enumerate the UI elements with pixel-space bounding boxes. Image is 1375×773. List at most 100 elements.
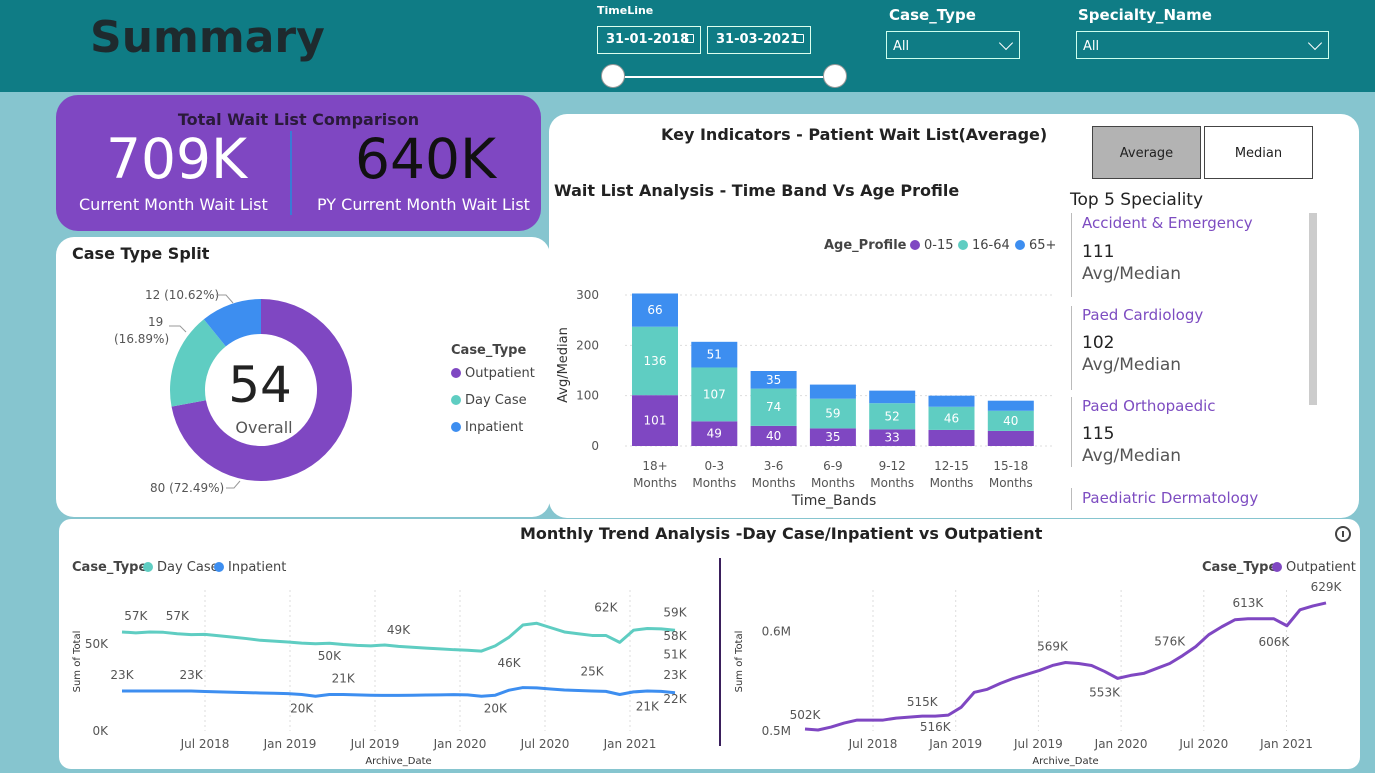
age-legend-title: Age_Profile (824, 238, 907, 253)
bar-ytick-label: 300 (576, 288, 599, 302)
slice-label-daycase-value: 19 (148, 315, 163, 329)
top5-item-value: 111 (1082, 242, 1115, 262)
line-ylabel: Sum of Total (734, 631, 745, 693)
bar-xtick-label: 6-9 (823, 459, 843, 473)
median-button[interactable]: Median (1204, 126, 1313, 179)
bar-xtick-label: Months (989, 476, 1033, 490)
end-date-input[interactable]: 31-03-2021 (707, 26, 811, 54)
py-wait-value: 640K (355, 127, 497, 191)
donut-center-value: 54 (228, 356, 292, 414)
wait-list-bar-chart: Avg/Median Time_Bands 0 100 200 300 101 136 66… (556, 288, 1054, 509)
line-xtick-label: Jul 2020 (1178, 737, 1228, 751)
info-icon[interactable] (1335, 526, 1351, 542)
spec-divider (1071, 213, 1072, 297)
bar-xtick-label: 3-6 (764, 459, 784, 473)
legend-label: 0-15 (924, 238, 954, 253)
leader-line (169, 325, 187, 333)
legend-outpatient-trend[interactable]: Outpatient (1272, 560, 1356, 575)
calendar-icon[interactable] (685, 34, 694, 43)
line-xtick-label: Jan 2020 (1094, 737, 1148, 751)
legend-daycase[interactable]: Day Case (451, 393, 527, 408)
bar-data-label: 35 (825, 430, 840, 444)
specialty-dropdown[interactable]: All (1076, 31, 1329, 59)
end-date-value: 31-03-2021 (716, 32, 800, 47)
bar-xtick-label: Months (692, 476, 736, 490)
daycase-inpatient-line-chart: 0K 50K Jul 2018 Jan 2019 Jul 2019 Jan 2020 Jul… (72, 590, 688, 767)
calendar-icon[interactable] (795, 34, 804, 43)
bar-segment (987, 400, 1034, 411)
start-date-value: 31-01-2018 (606, 32, 690, 47)
top5-item-sub: Avg/Median (1082, 446, 1182, 466)
bar-xtick-label: 0-3 (704, 459, 724, 473)
legend-dot (1015, 240, 1025, 250)
outpatient-line-chart: 0.5M 0.6M Jul 2018 Jan 2019 Jul 2019 Jan 2020… (734, 580, 1343, 767)
case-type-legend-title: Case_Type (451, 343, 527, 358)
line-ytick-label: 50K (85, 637, 109, 651)
average-button[interactable]: Average (1092, 126, 1201, 179)
legend-label: Outpatient (465, 366, 535, 381)
case-type-dropdown[interactable]: All (886, 31, 1020, 59)
line-xtick-label: Jul 2019 (1013, 737, 1063, 751)
legend-label: Outpatient (1286, 560, 1356, 575)
legend-inpatient[interactable]: Inpatient (451, 420, 523, 435)
bar-ytick-label: 100 (576, 389, 599, 403)
top5-item-sub: Avg/Median (1082, 264, 1182, 284)
trend-left-legend-title: Case_Type (72, 560, 148, 575)
bar-data-label: 66 (647, 303, 662, 317)
start-date-input[interactable]: 31-01-2018 (597, 26, 701, 54)
line-data-label: 58K (663, 629, 687, 643)
leader-line (226, 480, 241, 489)
line-ytick-label: 0.6M (762, 625, 791, 639)
bar-xlabel: Time_Bands (791, 493, 877, 509)
legend-age-0-15[interactable]: 0-15 (910, 238, 954, 253)
bar-data-label: 49 (707, 427, 722, 441)
bar-xtick-label: Months (811, 476, 855, 490)
key-indicators-title: Key Indicators - Patient Wait List(Avera… (661, 125, 1048, 144)
slice-label-inpatient: 12 (10.62%) (145, 288, 219, 302)
bar-data-label: 46 (944, 411, 959, 425)
py-wait-label: PY Current Month Wait List (317, 195, 530, 214)
top5-item-value: 115 (1082, 424, 1115, 444)
spec-divider (1071, 306, 1072, 390)
trend-title: Monthly Trend Analysis -Day Case/Inpatie… (520, 524, 1043, 543)
legend-inpatient-trend[interactable]: Inpatient (214, 560, 286, 575)
legend-label: Day Case (465, 393, 527, 408)
timeline-slider-track[interactable] (613, 76, 835, 78)
line-xtick-label: Jan 2019 (928, 737, 982, 751)
legend-age-65plus[interactable]: 65+ (1015, 238, 1056, 253)
bar-xtick-label: 18+ (642, 459, 667, 473)
bar-xtick-label: 15-18 (993, 459, 1028, 473)
current-wait-value: 709K (106, 127, 248, 191)
top5-item-sub: Avg/Median (1082, 355, 1182, 375)
wait-chart-title: Wait List Analysis - Time Band Vs Age Pr… (554, 181, 960, 200)
legend-daycase-trend[interactable]: Day Case (143, 560, 219, 575)
top5-title: Top 5 Speciality (1070, 190, 1204, 210)
bar-ytick-label: 0 (591, 439, 599, 453)
line-data-label: 57K (124, 609, 148, 623)
legend-outpatient[interactable]: Outpatient (451, 366, 535, 381)
bar-xtick-label: 9-12 (879, 459, 906, 473)
case-type-filter-label: Case_Type (889, 6, 976, 24)
legend-age-16-64[interactable]: 16-64 (958, 238, 1010, 253)
timeline-end-handle[interactable] (823, 64, 847, 88)
timeline-start-handle[interactable] (601, 64, 625, 88)
bar-xtick-label: Months (870, 476, 914, 490)
line-data-label: 613K (1232, 596, 1264, 610)
bar-xtick-label: 12-15 (934, 459, 969, 473)
bar-data-label: 52 (885, 409, 900, 423)
line-xtick-label: Jan 2021 (603, 737, 657, 751)
top5-item-value: 102 (1082, 333, 1115, 353)
spec-divider (1071, 488, 1072, 510)
top5-item-name: Accident & Emergency (1082, 214, 1253, 232)
top5-scrollbar[interactable] (1309, 213, 1317, 405)
legend-dot (910, 240, 920, 250)
line-data-label: 20K (484, 701, 508, 715)
bar-data-label: 33 (885, 431, 900, 445)
current-wait-label: Current Month Wait List (79, 195, 268, 214)
bar-xtick-label: Months (752, 476, 796, 490)
bar-data-label: 107 (703, 387, 726, 401)
case-split-title: Case Type Split (72, 244, 210, 263)
legend-label: Day Case (157, 560, 219, 575)
legend-dot (143, 562, 153, 572)
line-data-label: 46K (498, 656, 522, 670)
